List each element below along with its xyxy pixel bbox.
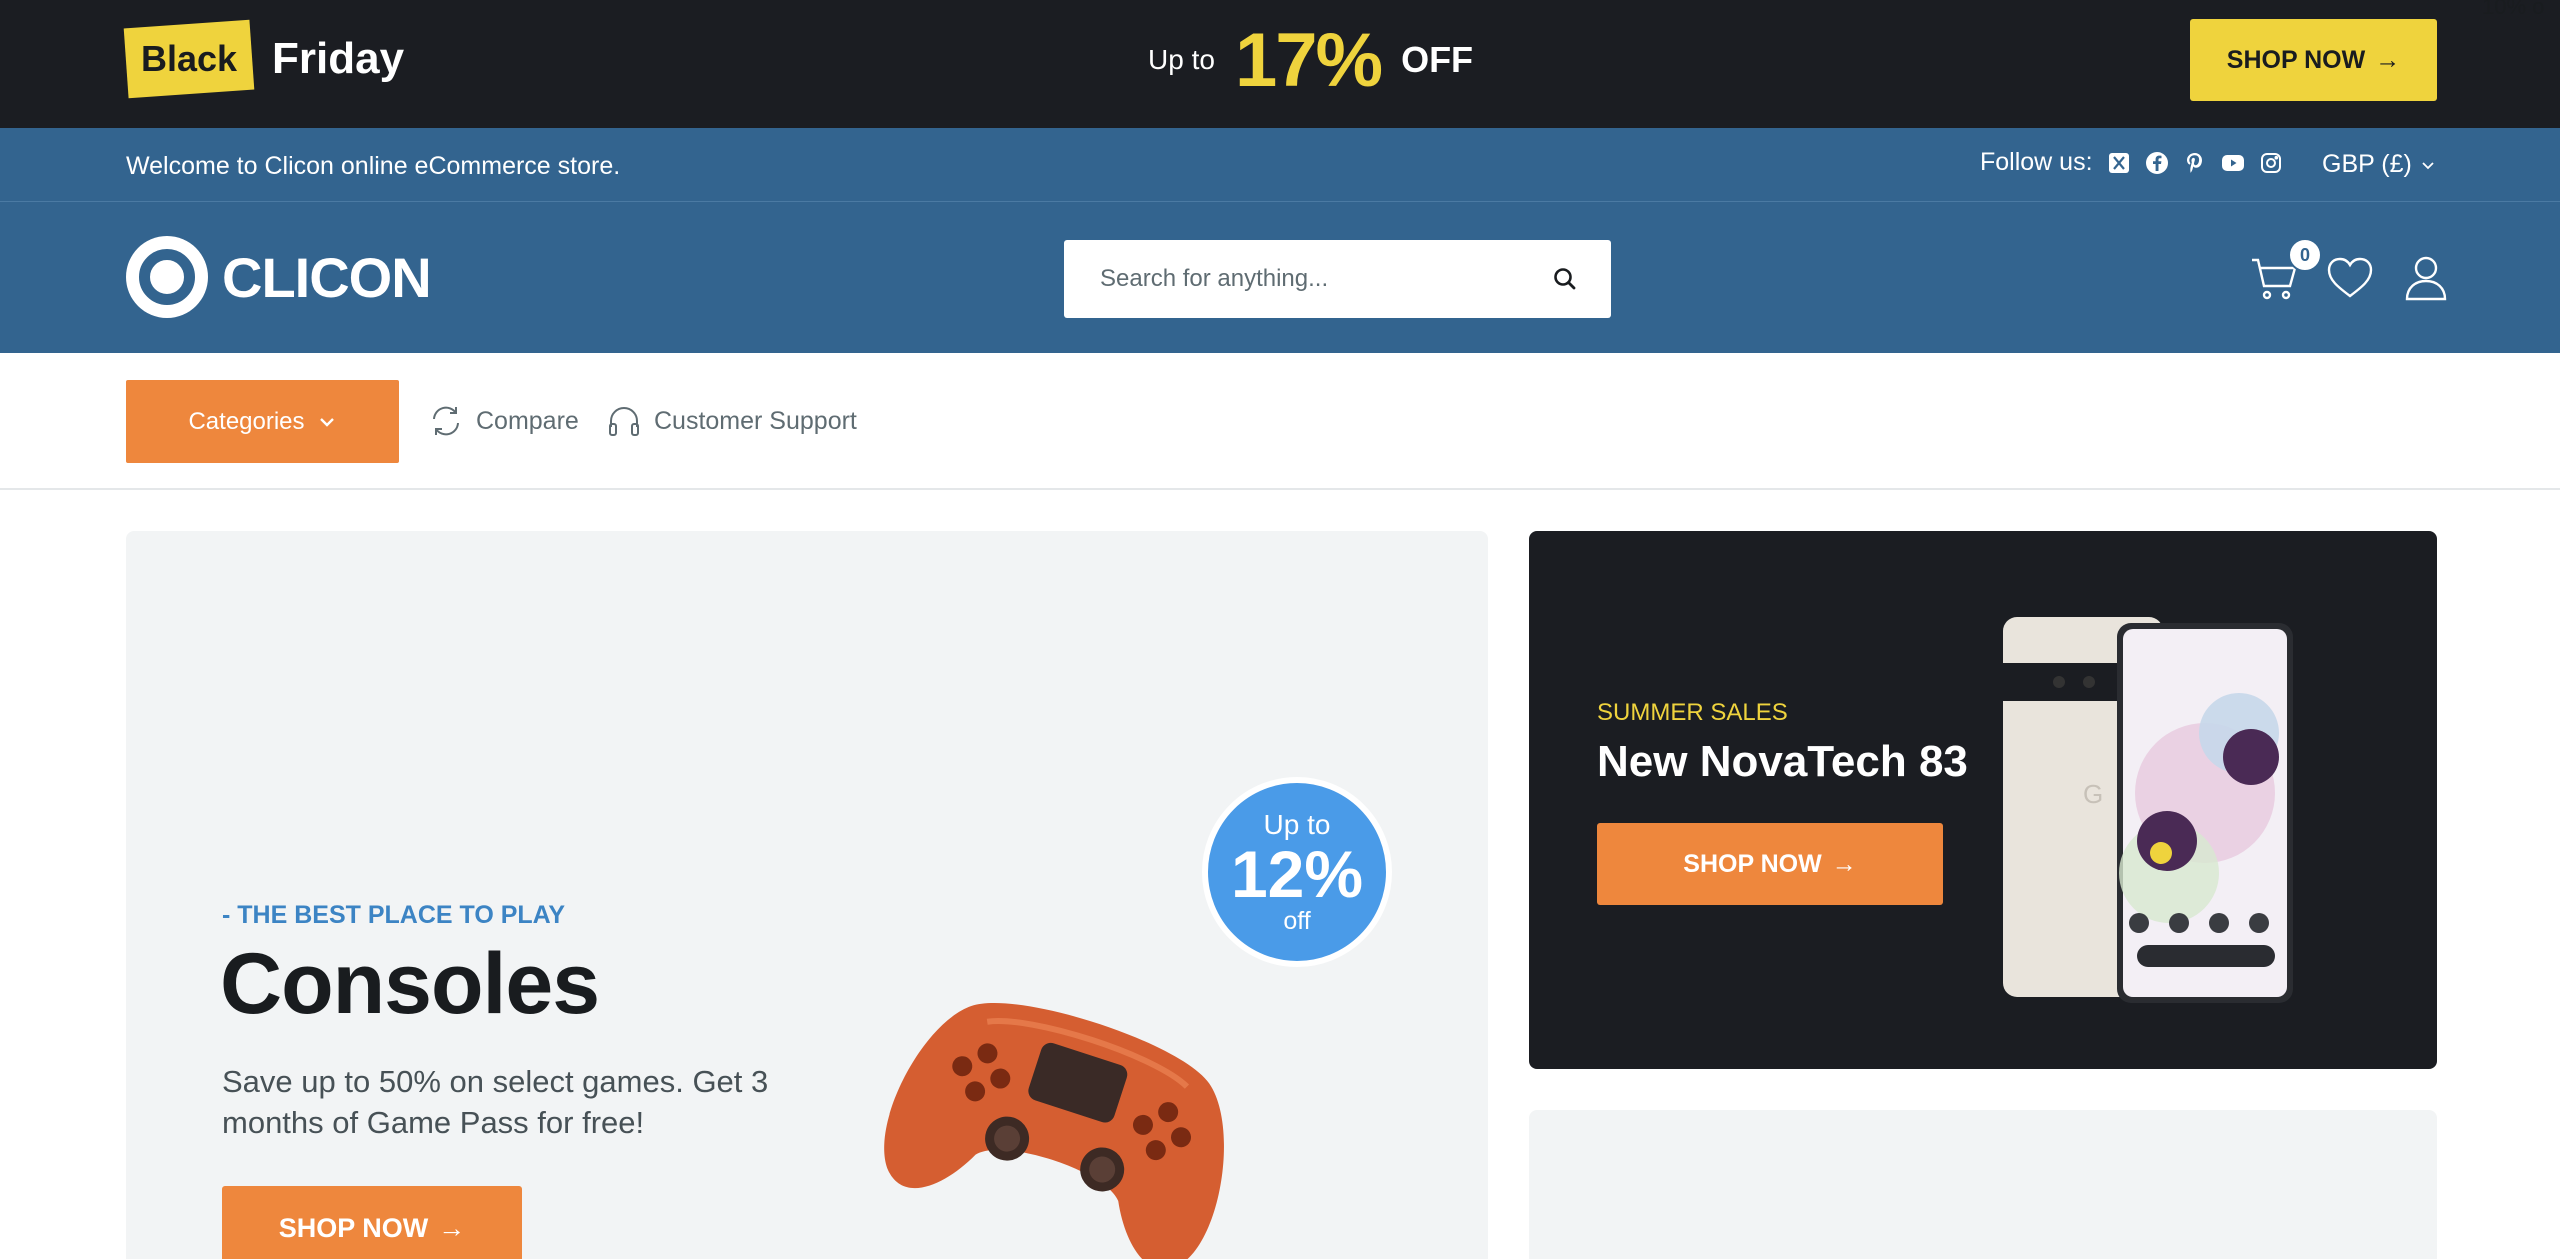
- hero-shop-now-button[interactable]: SHOP NOW →: [222, 1186, 522, 1259]
- chevron-down-icon: [319, 417, 334, 427]
- x-icon[interactable]: [2107, 151, 2131, 175]
- discount-upto: Up to: [1263, 808, 1331, 840]
- cart-count-badge: 0: [2288, 238, 2322, 272]
- currency-selector[interactable]: GBP (£): [2322, 150, 2436, 179]
- side-promo-title: New NovaTech 83: [1597, 737, 1968, 786]
- compare-link[interactable]: Compare: [428, 403, 579, 439]
- pinterest-icon[interactable]: [2183, 151, 2207, 175]
- hero-eyebrow: - THE BEST PLACE TO PLAY: [222, 901, 566, 929]
- search-icon[interactable]: [1551, 265, 1579, 293]
- youtube-icon[interactable]: [2221, 151, 2245, 175]
- friday-label: Friday: [272, 34, 405, 83]
- compare-label: Compare: [476, 406, 579, 435]
- categories-label: Categories: [188, 407, 305, 435]
- promo-shop-now-button[interactable]: SHOP NOW →: [2190, 19, 2437, 101]
- promo-offer: Up to 17% OFF: [1148, 18, 1474, 103]
- discount-value: 12%: [1230, 836, 1364, 911]
- side-promo-card: SUMMER SALES New NovaTech 83 SHOP NOW → …: [1529, 531, 2437, 1069]
- facebook-icon[interactable]: [2145, 151, 2169, 175]
- social-follow: Follow us:: [1980, 148, 2283, 177]
- header-icons: 0: [2248, 238, 2452, 304]
- headphones-icon: [609, 407, 639, 436]
- promo-bar: Black Friday Up to 17% OFF SHOP NOW →: [0, 0, 2560, 128]
- arrow-right-icon: →: [1831, 849, 1857, 878]
- cart-button[interactable]: 0: [2248, 238, 2322, 304]
- promo-shop-now-label: SHOP NOW: [2226, 45, 2366, 74]
- hero-title: Consoles: [220, 936, 600, 1032]
- secondary-promo-card: [1529, 1110, 2437, 1259]
- search-input[interactable]: [1064, 240, 1524, 318]
- clicon-logo[interactable]: CLICON: [126, 236, 432, 318]
- corner-overflow-text: 10% o: [2482, 0, 2545, 19]
- black-badge-label: Black: [140, 38, 238, 80]
- discount-badge: Up to 12% off: [1202, 777, 1392, 967]
- wishlist-button[interactable]: [2324, 252, 2376, 304]
- logo-mark-icon: [126, 236, 208, 318]
- discount-off: off: [1283, 906, 1311, 935]
- customer-support-link[interactable]: Customer Support: [606, 403, 857, 439]
- customer-support-label: Customer Support: [654, 406, 857, 435]
- hero-banner: - THE BEST PLACE TO PLAY Consoles Save u…: [126, 531, 1488, 1259]
- compare-arrows-icon: [433, 406, 459, 436]
- side-promo-shop-now-label: SHOP NOW: [1683, 849, 1822, 878]
- promo-off: OFF: [1401, 39, 1474, 80]
- chevron-down-icon: [2422, 161, 2434, 169]
- promo-upto: Up to: [1148, 44, 1215, 75]
- game-controller-image: [884, 1003, 1224, 1259]
- main-header: CLICON 0: [0, 202, 2560, 353]
- logo-text: CLICON: [222, 245, 432, 309]
- welcome-text: Welcome to Clicon online eCommerce store…: [126, 152, 621, 180]
- nav-bar: Categories Compare Customer Support: [0, 353, 2560, 490]
- promo-percent: 17%: [1234, 17, 1383, 103]
- search-bar: [1064, 240, 1611, 318]
- black-badge: Black: [123, 19, 255, 99]
- arrow-right-icon: →: [438, 1212, 466, 1243]
- heart-icon: [2327, 257, 2373, 298]
- user-icon: [2405, 256, 2447, 301]
- side-promo-shop-now-button[interactable]: SHOP NOW →: [1597, 823, 1943, 905]
- instagram-icon[interactable]: [2259, 151, 2283, 175]
- smartphone-image: G: [2003, 617, 2293, 1003]
- hero-shop-now-label: SHOP NOW: [278, 1212, 429, 1243]
- account-button[interactable]: [2400, 252, 2452, 304]
- svg-text:G: G: [2083, 779, 2103, 809]
- arrow-right-icon: →: [2375, 45, 2401, 74]
- follow-label: Follow us:: [1980, 148, 2093, 176]
- hero-description: Save up to 50% on select games. Get 3 mo…: [222, 1064, 769, 1140]
- welcome-bar: Welcome to Clicon online eCommerce store…: [0, 128, 2560, 202]
- currency-label: GBP (£): [2322, 150, 2412, 178]
- categories-button[interactable]: Categories: [126, 380, 399, 463]
- side-promo-eyebrow: SUMMER SALES: [1597, 699, 1788, 726]
